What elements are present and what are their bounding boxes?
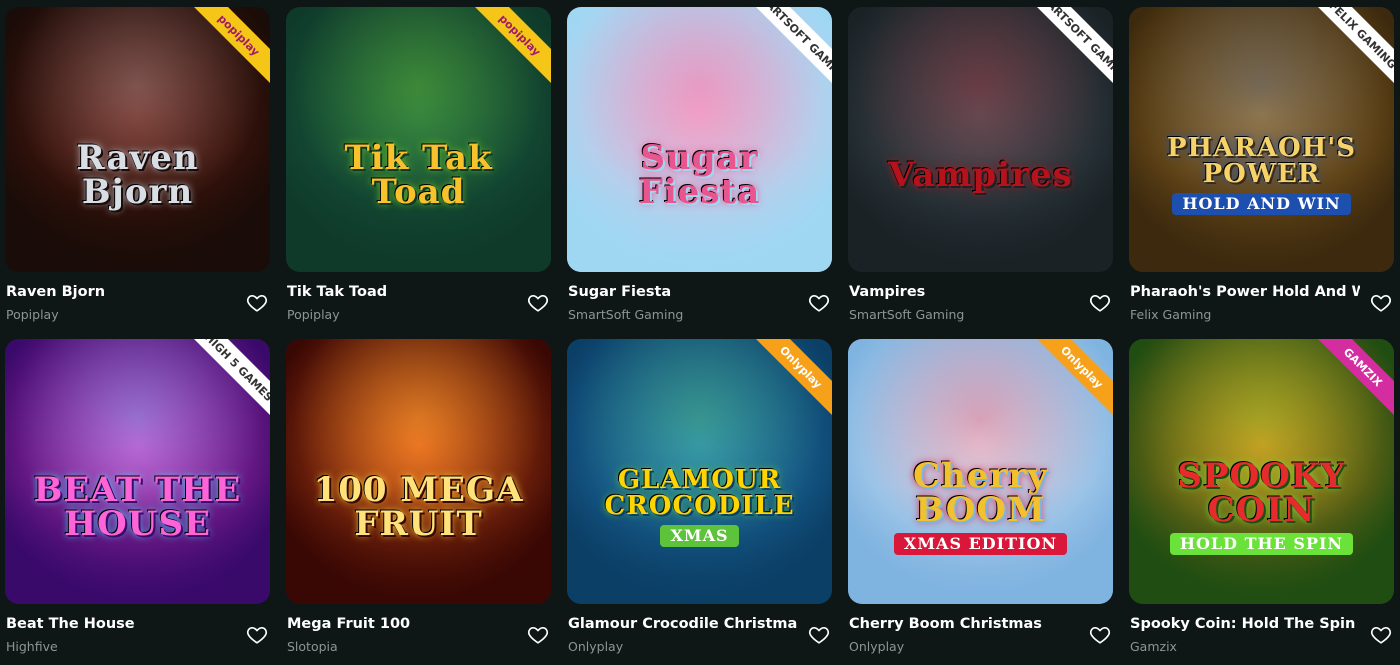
game-thumbnail[interactable]: PHARAOH'S POWER HOLD AND WIN FELIX GAMING xyxy=(1129,7,1394,272)
game-title[interactable]: Spooky Coin: Hold The Spin xyxy=(1130,616,1355,632)
game-title[interactable]: Glamour Crocodile Christmas xyxy=(568,616,798,632)
game-provider: Onlyplay xyxy=(849,639,905,654)
thumbnail-logo-text: GLAMOUR CROCODILE xyxy=(604,464,795,521)
game-info: Raven Bjorn Popiplay xyxy=(5,272,270,327)
game-title[interactable]: Sugar Fiesta xyxy=(568,284,671,300)
game-provider: SmartSoft Gaming xyxy=(849,307,965,322)
favorite-button[interactable] xyxy=(246,624,268,646)
game-title[interactable]: Tik Tak Toad xyxy=(287,284,387,300)
favorite-button[interactable] xyxy=(246,292,268,314)
thumbnail-logo-text: Raven Bjorn xyxy=(76,137,199,212)
game-title[interactable]: Mega Fruit 100 xyxy=(287,616,410,632)
game-info: Glamour Crocodile Christmas Onlyplay xyxy=(567,604,832,659)
game-provider: SmartSoft Gaming xyxy=(568,307,684,322)
heart-outline-icon xyxy=(808,295,830,312)
thumbnail-logo-text: 100 MEGA FRUIT xyxy=(313,469,524,544)
game-title[interactable]: Vampires xyxy=(849,284,925,300)
game-thumbnail[interactable]: SPOOKY COIN HOLD THE SPIN GAMZIX xyxy=(1129,339,1394,604)
game-info: Mega Fruit 100 Slotopia xyxy=(286,604,551,659)
game-card[interactable]: PHARAOH'S POWER HOLD AND WIN FELIX GAMING P… xyxy=(1129,7,1394,333)
game-info: Beat The House Highfive xyxy=(5,604,270,659)
game-card[interactable]: Tik Tak Toad popiplay Tik Tak Toad Popiplay xyxy=(286,7,551,333)
game-provider: Onlyplay xyxy=(568,639,624,654)
game-info: Pharaoh's Power Hold And Win Felix Gaming xyxy=(1129,272,1394,327)
heart-outline-icon xyxy=(808,627,830,644)
game-info: Vampires SmartSoft Gaming xyxy=(848,272,1113,327)
heart-outline-icon xyxy=(527,295,549,312)
game-thumbnail[interactable]: BEAT THE HOUSE HIGH 5 GAMES xyxy=(5,339,270,604)
game-card[interactable]: Sugar FiestaSMARTSOFT GAMINGSugar Fiesta… xyxy=(567,7,832,333)
favorite-button[interactable] xyxy=(527,292,549,314)
thumbnail-logo-subtext: XMAS xyxy=(660,524,739,547)
thumbnail-logo-subtext: HOLD THE SPIN xyxy=(1169,532,1354,555)
favorite-button[interactable] xyxy=(808,624,830,646)
favorite-button[interactable] xyxy=(1370,624,1392,646)
game-card[interactable]: Raven Bjorn popiplay Raven Bjorn Popiplay xyxy=(5,7,270,333)
heart-outline-icon xyxy=(1089,295,1111,312)
game-thumbnail[interactable]: Cherry BOOM XMAS EDITION Onlyplay xyxy=(848,339,1113,604)
favorite-button[interactable] xyxy=(1089,292,1111,314)
game-title[interactable]: Pharaoh's Power Hold And Win xyxy=(1130,284,1360,300)
game-card[interactable]: SPOOKY COIN HOLD THE SPIN GAMZIX Spooky Coi… xyxy=(1129,339,1394,665)
game-card[interactable]: BEAT THE HOUSE HIGH 5 GAMES Beat The House… xyxy=(5,339,270,665)
game-thumbnail[interactable]: VampiresSMARTSOFT GAMING xyxy=(848,7,1113,272)
game-thumbnail[interactable]: GLAMOUR CROCODILE XMAS Onlyplay xyxy=(567,339,832,604)
game-info: Sugar Fiesta SmartSoft Gaming xyxy=(567,272,832,327)
thumbnail-logo-text: PHARAOH'S POWER xyxy=(1166,132,1357,189)
heart-outline-icon xyxy=(527,627,549,644)
favorite-button[interactable] xyxy=(1089,624,1111,646)
heart-outline-icon xyxy=(246,627,268,644)
game-info: Tik Tak Toad Popiplay xyxy=(286,272,551,327)
game-provider: Popiplay xyxy=(6,307,59,322)
thumbnail-logo-text: Vampires xyxy=(888,154,1073,195)
game-provider: Popiplay xyxy=(287,307,340,322)
favorite-button[interactable] xyxy=(527,624,549,646)
heart-outline-icon xyxy=(1370,295,1392,312)
game-info: Spooky Coin: Hold The Spin Gamzix xyxy=(1129,604,1394,659)
thumbnail-logo-text: Cherry BOOM xyxy=(913,455,1048,530)
game-thumbnail[interactable]: 100 MEGA FRUIT xyxy=(286,339,551,604)
game-thumbnail[interactable]: Sugar FiestaSMARTSOFT GAMING xyxy=(567,7,832,272)
heart-outline-icon xyxy=(1089,627,1111,644)
game-grid: Raven Bjorn popiplay Raven Bjorn Popiplay Ti… xyxy=(5,7,1395,665)
game-title[interactable]: Raven Bjorn xyxy=(6,284,105,300)
thumbnail-logo-subtext: HOLD AND WIN xyxy=(1172,192,1351,215)
thumbnail-artwork xyxy=(848,7,1113,272)
game-title[interactable]: Beat The House xyxy=(6,616,135,632)
game-card[interactable]: 100 MEGA FRUIT Mega Fruit 100 Slotopia xyxy=(286,339,551,665)
thumbnail-logo-text: Sugar Fiesta xyxy=(638,137,761,212)
game-title[interactable]: Cherry Boom Christmas xyxy=(849,616,1042,632)
game-thumbnail[interactable]: Tik Tak Toad popiplay xyxy=(286,7,551,272)
game-info: Cherry Boom Christmas Onlyplay xyxy=(848,604,1113,659)
heart-outline-icon xyxy=(1370,627,1392,644)
game-provider: Highfive xyxy=(6,639,58,654)
heart-outline-icon xyxy=(246,295,268,312)
game-provider: Gamzix xyxy=(1130,639,1177,654)
favorite-button[interactable] xyxy=(1370,292,1392,314)
game-card[interactable]: Cherry BOOM XMAS EDITION Onlyplay Cherry Bo… xyxy=(848,339,1113,665)
game-provider: Slotopia xyxy=(287,639,338,654)
thumbnail-logo-text: SPOOKY COIN xyxy=(1177,455,1346,530)
thumbnail-logo-subtext: XMAS EDITION xyxy=(893,532,1068,555)
game-thumbnail[interactable]: Raven Bjorn popiplay xyxy=(5,7,270,272)
favorite-button[interactable] xyxy=(808,292,830,314)
thumbnail-logo-text: Tik Tak Toad xyxy=(344,137,493,212)
game-card[interactable]: GLAMOUR CROCODILE XMAS Onlyplay Glamour Cro… xyxy=(567,339,832,665)
thumbnail-logo-text: BEAT THE HOUSE xyxy=(33,469,242,544)
game-card[interactable]: VampiresSMARTSOFT GAMINGVampiresSmartSof… xyxy=(848,7,1113,333)
game-provider: Felix Gaming xyxy=(1130,307,1212,322)
